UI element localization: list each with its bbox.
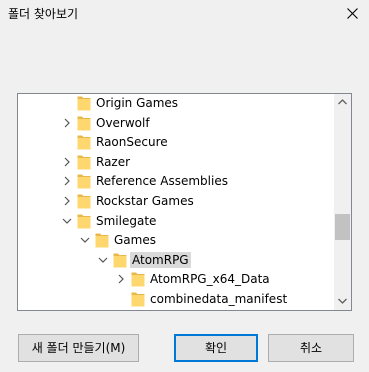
tree-item[interactable]: Smilegate — [18, 211, 334, 231]
chevron-right-icon[interactable] — [115, 273, 127, 285]
folder-icon — [77, 214, 91, 229]
scrollbar-thumb[interactable] — [335, 214, 350, 240]
chevron-up-icon — [338, 99, 347, 105]
tree-item-label: Reference Assemblies — [96, 174, 228, 189]
browse-folder-dialog: 폴더 찾아보기 Origin Games Overwolf RaonSecure Ra… — [0, 0, 369, 372]
tree-item[interactable]: Games — [18, 230, 334, 250]
tree-item[interactable]: Origin Games — [18, 94, 334, 113]
ok-button[interactable]: 확인 — [174, 334, 258, 362]
folder-icon — [113, 253, 127, 268]
tree-item-label: Origin Games — [96, 96, 179, 110]
tree-item-label: RaonSecure — [96, 135, 168, 150]
tree-item[interactable]: AtomRPG — [18, 250, 334, 270]
tree-item-label: Overwolf — [96, 115, 150, 130]
scroll-down-button[interactable] — [334, 293, 351, 310]
close-button[interactable] — [335, 0, 369, 28]
chevron-right-icon[interactable] — [61, 195, 73, 207]
tree-item[interactable]: AtomRPG_x64_Data — [18, 269, 334, 289]
tree-item-label: Razer — [96, 154, 131, 169]
folder-icon — [95, 233, 109, 248]
tree-item-label: Games — [114, 233, 156, 248]
chevron-down-icon[interactable] — [79, 234, 91, 246]
folder-tree[interactable]: Origin Games Overwolf RaonSecure Razer Refer… — [17, 93, 352, 311]
chevron-right-icon[interactable] — [61, 117, 73, 129]
chevron-down-icon[interactable] — [61, 215, 73, 227]
chevron-right-icon[interactable] — [61, 156, 73, 168]
close-icon — [347, 8, 358, 19]
cancel-button[interactable]: 취소 — [268, 334, 354, 362]
tree-item[interactable]: Razer — [18, 152, 334, 172]
vertical-scrollbar[interactable] — [334, 94, 351, 310]
tree-item-label: combinedata_manifest — [150, 292, 288, 306]
dialog-title: 폴더 찾아보기 — [8, 7, 79, 21]
tree-item[interactable]: Rockstar Games — [18, 191, 334, 211]
folder-icon — [77, 174, 91, 189]
folder-icon — [77, 96, 91, 111]
tree-item-label: AtomRPG — [130, 251, 191, 268]
tree-item-label: Smilegate — [96, 213, 157, 228]
folder-icon — [131, 272, 145, 287]
chevron-right-icon[interactable] — [61, 175, 73, 187]
chevron-down-icon — [338, 298, 347, 304]
folder-tree-items: Origin Games Overwolf RaonSecure Razer Refer… — [18, 94, 334, 310]
folder-icon — [77, 155, 91, 170]
folder-icon — [131, 292, 145, 307]
new-folder-button[interactable]: 새 폴더 만들기(M) — [18, 334, 139, 362]
tree-item[interactable]: Reference Assemblies — [18, 171, 334, 191]
tree-item[interactable]: Overwolf — [18, 113, 334, 133]
folder-icon — [77, 116, 91, 131]
scroll-up-button[interactable] — [334, 94, 351, 111]
tree-item[interactable]: RaonSecure — [18, 132, 334, 152]
title-bar: 폴더 찾아보기 — [0, 0, 369, 28]
tree-item[interactable]: combinedata_manifest — [18, 289, 334, 309]
chevron-down-icon[interactable] — [97, 254, 109, 266]
folder-icon — [77, 135, 91, 150]
tree-item-label: Rockstar Games — [96, 194, 194, 208]
folder-icon — [77, 194, 91, 209]
tree-item-label: AtomRPG_x64_Data — [150, 272, 270, 287]
